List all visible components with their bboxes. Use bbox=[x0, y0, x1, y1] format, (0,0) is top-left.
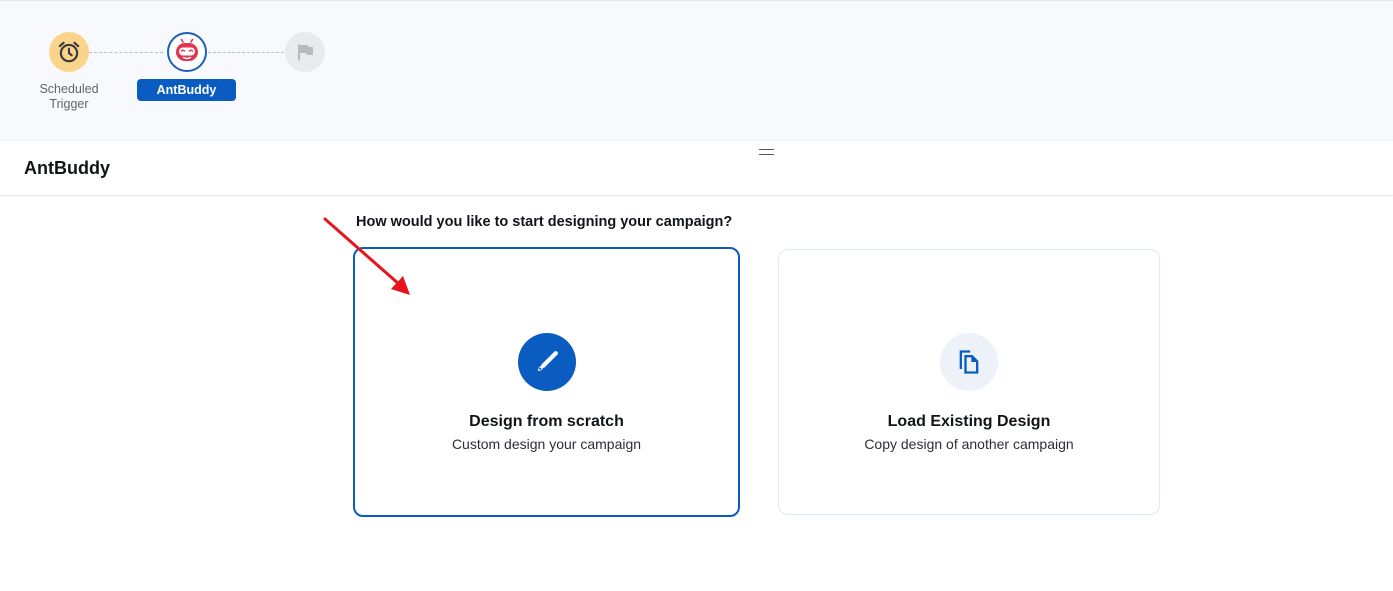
paintbrush-icon-badge bbox=[517, 333, 576, 391]
copy-documents-icon-badge bbox=[940, 333, 998, 391]
trigger-node-circle[interactable] bbox=[49, 32, 89, 72]
flow-node-end[interactable] bbox=[285, 32, 325, 72]
node-label-scheduled-trigger: Scheduled Trigger bbox=[39, 82, 99, 111]
annotation-arrow-icon bbox=[323, 217, 410, 295]
design-from-scratch-title: Design from scratch bbox=[469, 413, 624, 430]
alarm-clock-icon bbox=[58, 41, 80, 63]
node-label-antbuddy[interactable]: AntBuddy bbox=[137, 79, 236, 101]
load-existing-design-title: Load Existing Design bbox=[887, 413, 1051, 430]
flow-node-antbuddy[interactable]: AntBuddy bbox=[137, 32, 236, 101]
panel-title: AntBuddy bbox=[24, 158, 110, 178]
panel-header: AntBuddy bbox=[0, 141, 1393, 196]
design-from-scratch-subtitle: Custom design your campaign bbox=[451, 436, 642, 452]
flow-canvas: Scheduled Trigger AntBuddy bbox=[0, 0, 1393, 141]
paintbrush-icon bbox=[537, 351, 558, 371]
copy-documents-icon bbox=[959, 350, 979, 374]
load-existing-design-subtitle: Copy design of another campaign bbox=[864, 436, 1074, 452]
antbuddy-node-circle[interactable] bbox=[166, 32, 207, 72]
load-existing-design-card[interactable]: Load Existing Design Copy design of anot… bbox=[778, 249, 1160, 515]
drag-handle-icon[interactable] bbox=[759, 149, 774, 155]
flow-node-scheduled-trigger[interactable]: Scheduled Trigger bbox=[36, 32, 102, 112]
end-node-circle[interactable] bbox=[285, 32, 325, 72]
flag-icon bbox=[298, 44, 313, 61]
antbuddy-robot-icon bbox=[175, 38, 198, 61]
